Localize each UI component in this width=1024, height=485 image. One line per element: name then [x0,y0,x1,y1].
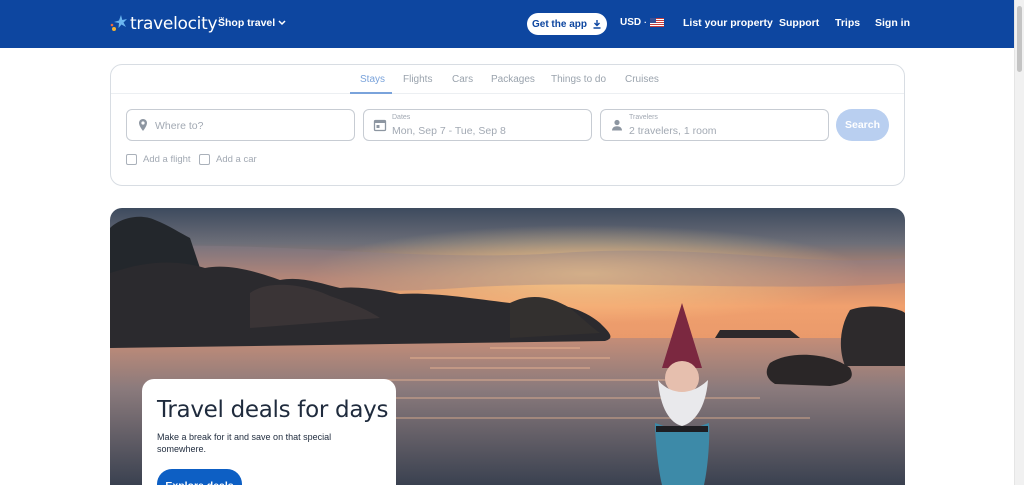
add-car-option[interactable]: Add a car [199,154,257,165]
dates-label: Dates [392,114,411,121]
support-link[interactable]: Support [779,17,819,29]
travelocity-logo[interactable]: travelocity ™ [110,13,224,35]
destination-input[interactable]: Where to? [126,109,355,141]
add-flight-option[interactable]: Add a flight [126,154,191,165]
page-scrollbar[interactable] [1014,0,1024,485]
download-icon [593,20,601,29]
dates-value: Mon, Sep 7 - Tue, Sep 8 [392,125,506,137]
search-tabs: Stays Flights Cars Packages Things to do… [111,65,904,94]
tab-flights[interactable]: Flights [403,74,432,85]
list-property-link[interactable]: List your property [683,17,773,29]
hero-subtitle: Make a break for it and save on that spe… [157,432,332,454]
dates-field[interactable]: Dates Mon, Sep 7 - Tue, Sep 8 [363,109,592,141]
star-logo-icon [110,15,127,31]
add-car-checkbox[interactable] [199,154,210,165]
tab-cars[interactable]: Cars [452,74,473,85]
destination-placeholder: Where to? [155,120,204,132]
top-nav-bar: travelocity ™ Shop travel Get the app US… [0,0,1014,48]
hero-title: Travel deals for days [157,397,389,423]
tab-things-to-do[interactable]: Things to do [551,74,606,85]
logo-text: travelocity [130,14,218,34]
sign-in-link[interactable]: Sign in [875,17,910,29]
currency-label: USD [620,17,642,28]
travelers-field[interactable]: Travelers 2 travelers, 1 room [600,109,829,141]
shop-travel-menu[interactable]: Shop travel [218,17,286,29]
search-button[interactable]: Search [836,109,889,141]
active-tab-indicator [350,92,392,94]
search-card: Stays Flights Cars Packages Things to do… [110,64,905,186]
travelers-value: 2 travelers, 1 room [629,125,717,137]
person-icon [612,119,622,131]
get-app-label: Get the app [531,18,587,30]
tab-packages[interactable]: Packages [491,74,535,85]
dot-separator-icon: · [644,18,647,27]
currency-selector[interactable]: USD · [620,17,664,28]
calendar-icon [373,119,387,132]
add-car-label: Add a car [216,154,257,165]
hero-deal-card: Travel deals for days Make a break for i… [142,379,396,485]
add-flight-checkbox[interactable] [126,154,137,165]
trips-link[interactable]: Trips [835,17,860,29]
hero-banner: Travel deals for days Make a break for i… [110,208,905,485]
scrollbar-thumb[interactable] [1017,6,1022,72]
travelers-label: Travelers [629,114,658,121]
chevron-down-icon [278,20,286,26]
get-app-button[interactable]: Get the app [527,13,607,35]
explore-deals-button[interactable]: Explore deals [157,469,242,485]
us-flag-icon [649,18,664,27]
shop-travel-label: Shop travel [218,17,276,29]
add-flight-label: Add a flight [143,154,191,165]
tab-cruises[interactable]: Cruises [625,74,659,85]
tab-stays[interactable]: Stays [360,74,385,85]
location-pin-icon [139,119,147,131]
